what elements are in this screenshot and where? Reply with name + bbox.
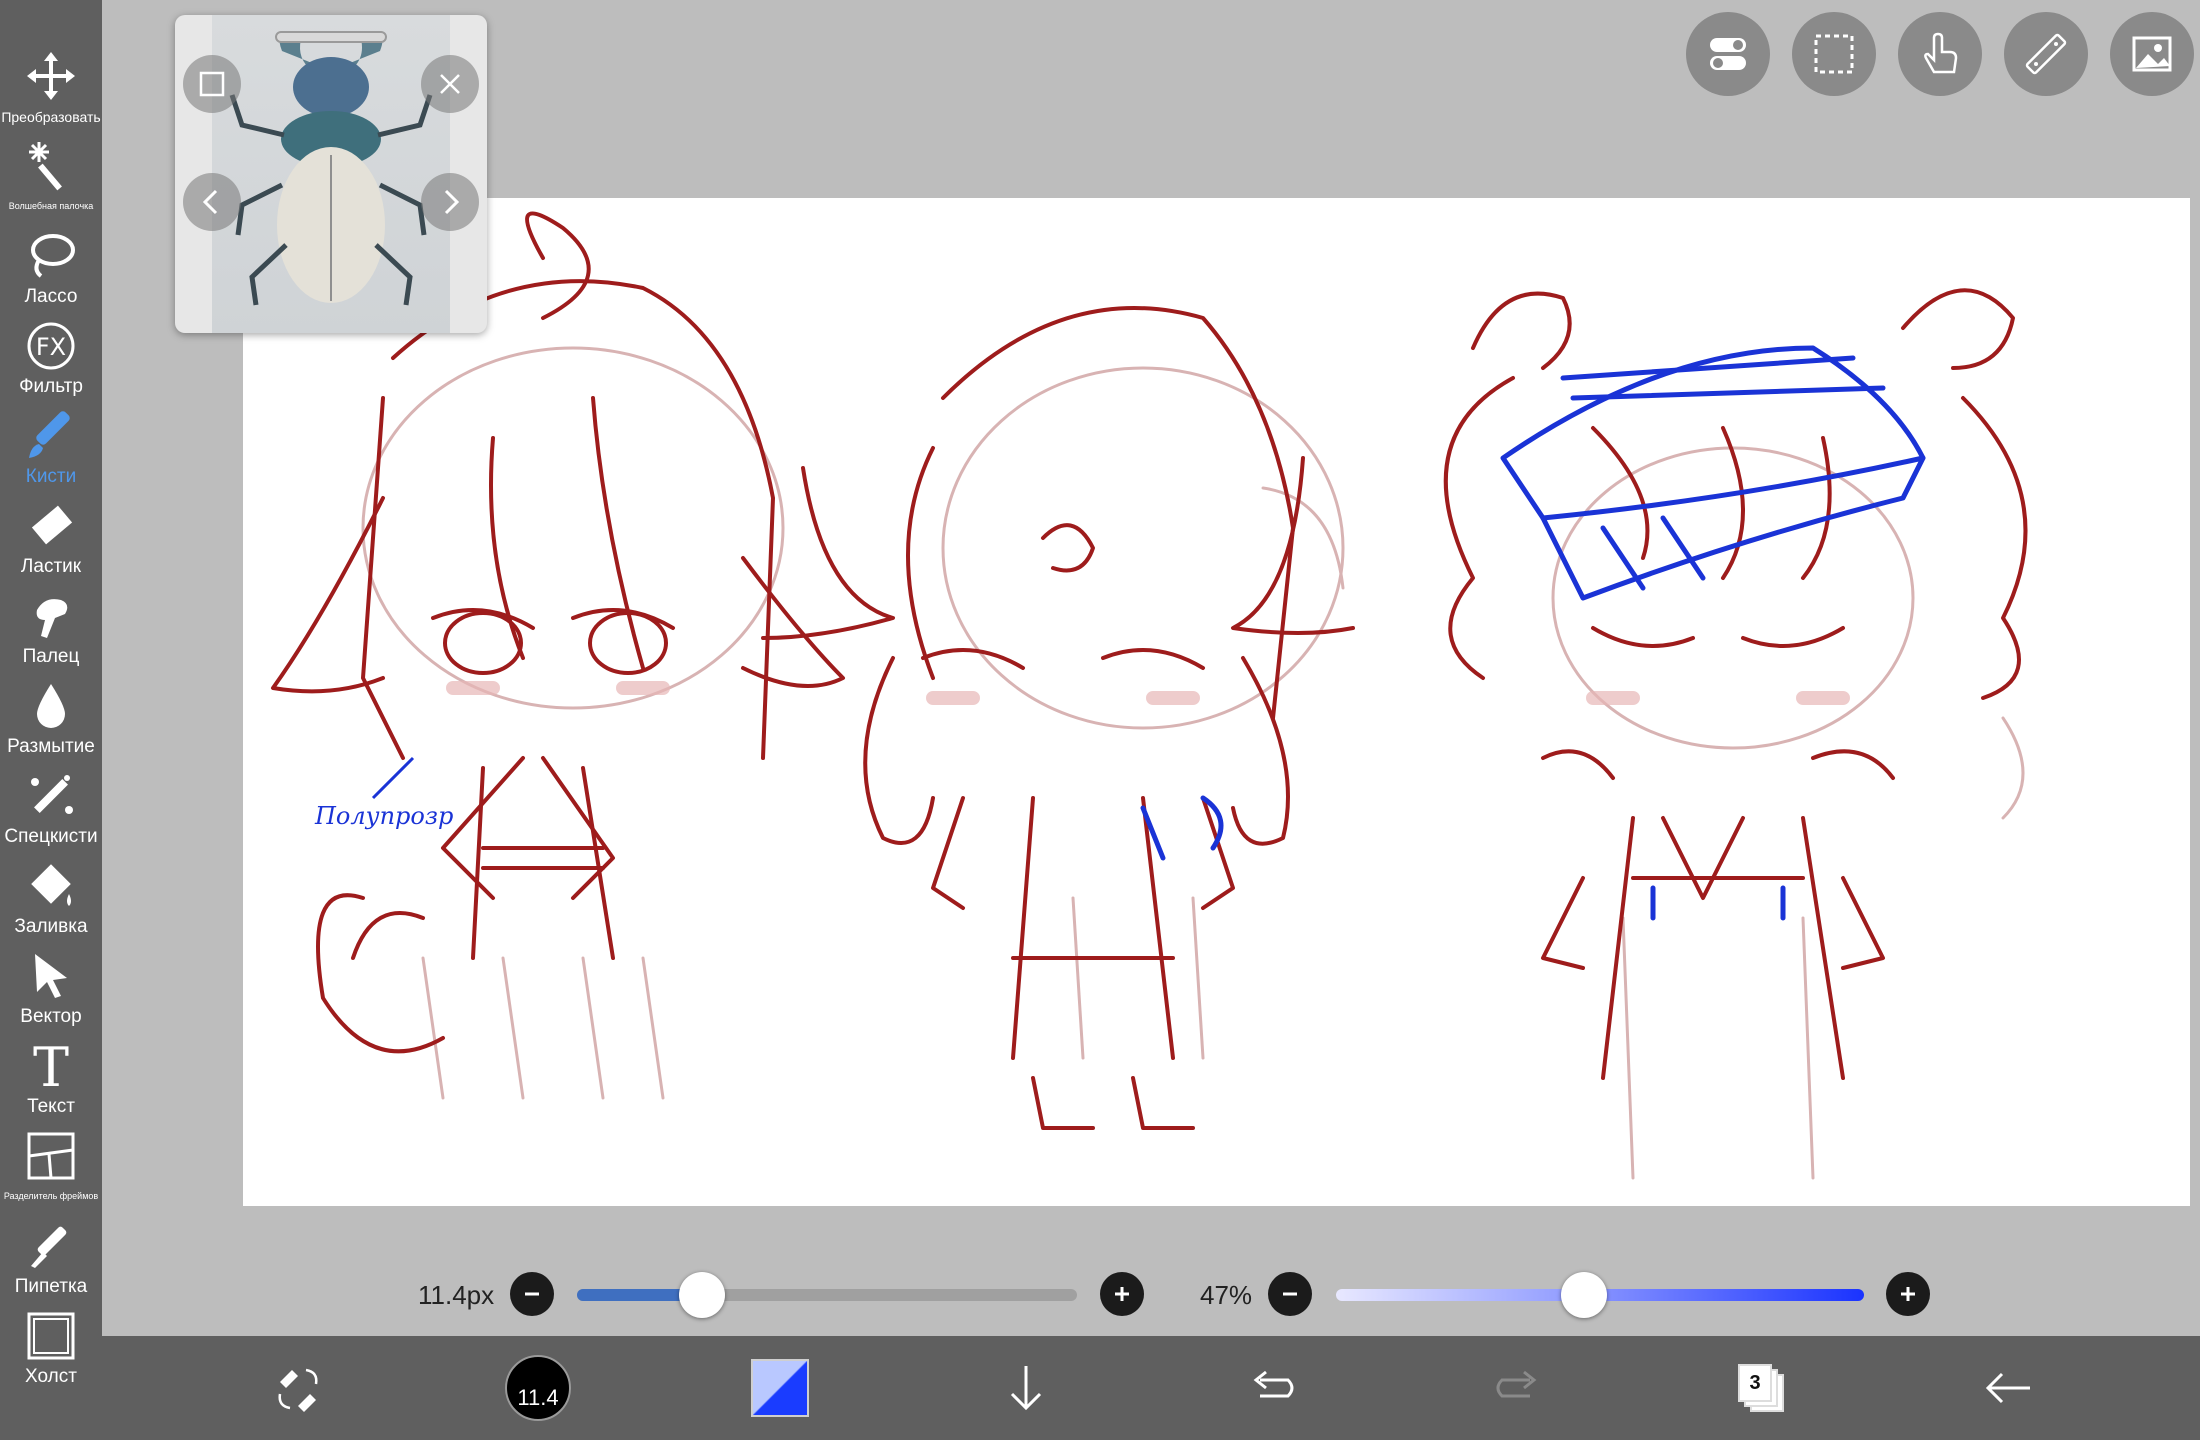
tool-special-brush[interactable]: Спецкисти [0, 768, 102, 858]
opacity-decrease-button[interactable] [1268, 1272, 1312, 1316]
tool-label: Вектор [20, 1006, 82, 1027]
tool-vector[interactable]: Вектор [0, 948, 102, 1038]
tool-label: Фильтр [19, 376, 83, 397]
chevron-left-icon [202, 189, 218, 215]
blur-drop-icon [21, 678, 81, 734]
brush-size-decrease-button[interactable] [510, 1272, 554, 1316]
tool-label: Палец [22, 646, 80, 667]
tool-label: Кисти [25, 466, 77, 487]
tool-label: Размытие [7, 736, 95, 757]
tool-filter[interactable]: FX Фильтр [0, 318, 102, 408]
brush-icon [21, 408, 81, 464]
layer-down-button[interactable] [986, 1336, 1066, 1440]
eraser-icon [21, 498, 81, 554]
tool-finger[interactable]: Палец [0, 588, 102, 678]
expand-reference-button[interactable] [183, 55, 241, 113]
undo-button[interactable] [1232, 1336, 1312, 1440]
ruler-icon [2025, 33, 2067, 75]
beetle-reference-image [212, 15, 450, 333]
close-reference-button[interactable] [421, 55, 479, 113]
drag-handle[interactable] [275, 31, 387, 43]
lasso-icon [21, 228, 81, 284]
tool-label: Преобразовать [1, 109, 101, 125]
plus-icon [1901, 1287, 1915, 1301]
tool-label: Спецкисти [4, 826, 98, 847]
touch-hand-icon [1924, 32, 1958, 74]
tool-brush[interactable]: Кисти [0, 408, 102, 498]
redo-button[interactable] [1478, 1336, 1558, 1440]
fill-bucket-icon [21, 858, 81, 914]
tool-label: Волшебная палочка [8, 201, 94, 211]
tool-frame-divider[interactable]: Разделитель фреймов [0, 1128, 102, 1218]
tool-label: Разделитель фреймов [3, 1191, 99, 1201]
brush-size-indicator: 11.4 [505, 1355, 571, 1421]
layer-count: 3 [1749, 1371, 1761, 1394]
opacity-increase-button[interactable] [1886, 1272, 1930, 1316]
svg-text:FX: FX [36, 333, 66, 361]
tool-label: Заливка [14, 916, 88, 937]
bottom-toolbar: 11.4 3 [102, 1336, 2200, 1440]
layers-button[interactable]: 3 [1722, 1336, 1802, 1440]
tool-lasso[interactable]: Лассо [0, 228, 102, 318]
text-t-icon: T [21, 1038, 81, 1094]
brush-size-increase-button[interactable] [1100, 1272, 1144, 1316]
fx-icon: FX [21, 318, 81, 374]
sparkle-brush-icon [21, 768, 81, 824]
reference-image-window[interactable] [175, 15, 487, 333]
brush-size-thumb[interactable] [679, 1272, 725, 1318]
undo-icon [1253, 1370, 1294, 1398]
brush-size-button[interactable]: 11.4 [498, 1336, 578, 1440]
image-button[interactable] [2110, 12, 2194, 96]
tool-magic-wand[interactable]: Волшебная палочка [0, 138, 102, 228]
magic-wand-icon [21, 138, 81, 194]
back-button[interactable] [1968, 1336, 2048, 1440]
brush-eraser-swap-button[interactable] [258, 1336, 338, 1440]
current-color-swatch [751, 1359, 809, 1417]
tool-transform[interactable]: Преобразовать [0, 48, 102, 138]
sketch-artwork: Полупрозр [271, 211, 2028, 1180]
brush-size-value: 11.4px [418, 1280, 495, 1310]
square-frame-icon [199, 71, 225, 97]
tool-sidebar: Преобразовать Волшебная палочка Лассо FX… [0, 0, 102, 1440]
move-arrows-icon [21, 48, 81, 104]
plus-icon [1115, 1287, 1129, 1301]
minus-icon [525, 1292, 539, 1296]
touch-mode-button[interactable] [1898, 12, 1982, 96]
brush-size-track[interactable] [577, 1289, 1077, 1301]
frame-divider-icon [21, 1128, 81, 1184]
layers-icon: 3 [1738, 1364, 1786, 1412]
tool-label: Ластик [20, 556, 82, 577]
image-icon [2132, 36, 2172, 72]
selection-rect-icon [1814, 34, 1854, 74]
opacity-value: 47% [1200, 1280, 1253, 1310]
close-icon [440, 74, 460, 94]
next-reference-button[interactable] [421, 173, 479, 231]
minus-icon [1283, 1292, 1297, 1296]
tool-label: Текст [27, 1096, 75, 1117]
tool-label: Лассо [24, 286, 78, 307]
opacity-thumb[interactable] [1561, 1272, 1608, 1318]
selection-button[interactable] [1792, 12, 1876, 96]
toggle-settings-button[interactable] [1686, 12, 1770, 96]
canvas-annotation: Полупрозр [314, 802, 453, 830]
chevron-right-icon [444, 189, 460, 215]
arrow-down-icon [1010, 1366, 1042, 1411]
brush-sliders: 11.4px 47% [0, 1262, 2200, 1330]
tool-fill[interactable]: Заливка [0, 858, 102, 948]
tool-text[interactable]: T Текст [0, 1038, 102, 1128]
arrow-left-icon [1985, 1372, 2030, 1404]
finger-smudge-icon [21, 588, 81, 644]
tool-eraser[interactable]: Ластик [0, 498, 102, 588]
previous-reference-button[interactable] [183, 173, 241, 231]
drawing-canvas[interactable]: Полупрозр [243, 198, 2190, 1206]
swap-brush-eraser-icon [278, 1368, 318, 1412]
redo-icon [1496, 1370, 1537, 1398]
tool-blur[interactable]: Размытие [0, 678, 102, 768]
ruler-button[interactable] [2004, 12, 2088, 96]
color-picker-button[interactable] [740, 1336, 820, 1440]
toggle-settings-icon [1710, 38, 1746, 70]
svg-text:T: T [33, 1040, 69, 1092]
tool-label: Холст [25, 1366, 77, 1387]
pointer-arrow-icon [21, 948, 81, 1004]
